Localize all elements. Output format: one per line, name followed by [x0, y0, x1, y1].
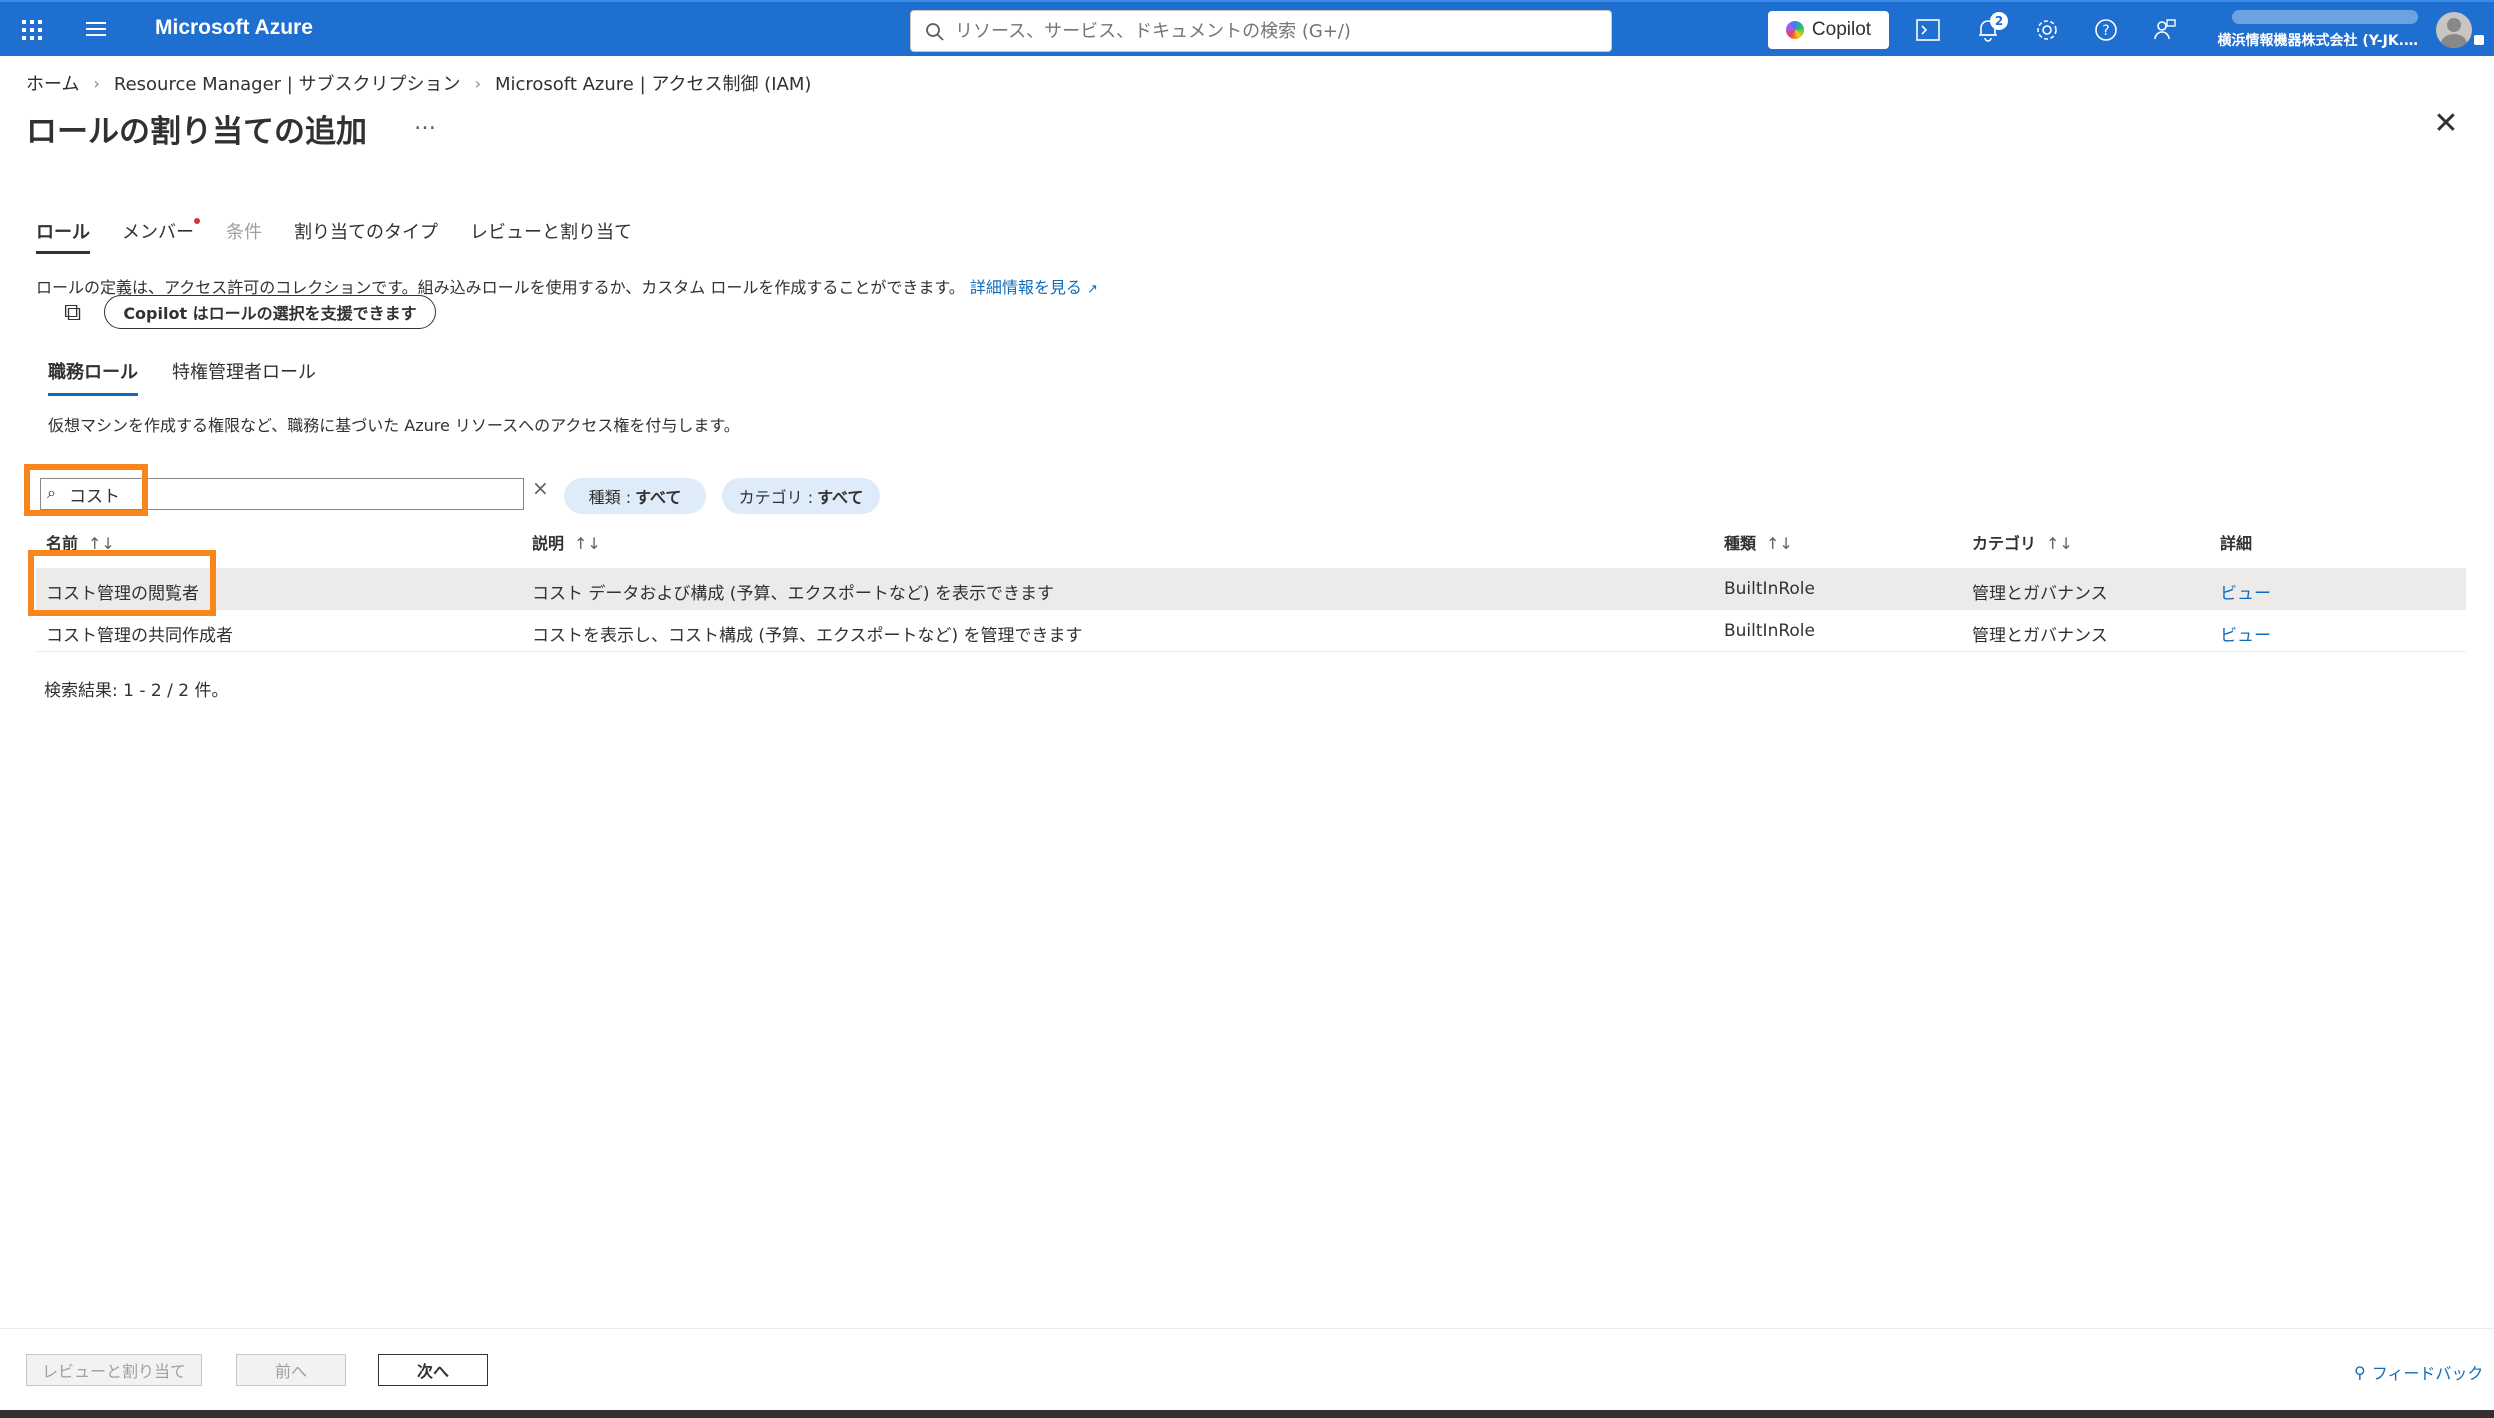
- clear-search-icon[interactable]: ×: [532, 476, 549, 500]
- chevron-right-icon: ›: [93, 73, 100, 93]
- external-link-icon: ↗: [1086, 282, 1098, 297]
- category-filter-label: カテゴリ :: [738, 488, 814, 507]
- column-header-details: 詳細: [2220, 534, 2253, 553]
- global-search[interactable]: [910, 10, 1612, 52]
- sort-icon: ↑↓: [2046, 534, 2073, 553]
- search-result-count: 検索結果: 1 - 2 / 2 件。: [44, 681, 229, 701]
- copilot-sparkle-icon: ⧉: [64, 298, 82, 326]
- subtab-description: 仮想マシンを作成する権限など、職務に基づいた Azure リソースへのアクセス権…: [48, 416, 740, 435]
- role-search-field[interactable]: ⌕: [40, 478, 524, 510]
- breadcrumb: ホーム › Resource Manager | サブスクリプション › Mic…: [26, 70, 811, 96]
- sort-icon: ↑↓: [1766, 534, 1793, 553]
- review-assign-button: レビューと割り当て: [26, 1354, 202, 1386]
- account-email-redacted: [2232, 10, 2418, 24]
- role-description-cell: コストを表示し、コスト構成 (予算、エクスポートなど) を管理できます: [532, 626, 1083, 646]
- app-launcher-icon[interactable]: [22, 20, 42, 40]
- sort-icon: ↑↓: [574, 534, 601, 553]
- column-header-description[interactable]: 説明 ↑↓: [532, 530, 601, 554]
- account-menu[interactable]: 横浜情報機器株式会社 (Y-JK.…: [2202, 10, 2418, 50]
- help-icon[interactable]: ?: [2092, 16, 2120, 44]
- required-dot-icon: [194, 218, 200, 224]
- tenant-name: 横浜情報機器株式会社 (Y-JK.…: [2217, 33, 2418, 49]
- tab-conditions: 条件: [226, 222, 262, 243]
- notifications-icon[interactable]: 2: [1974, 12, 2008, 44]
- copilot-label: Copilot: [1811, 19, 1872, 40]
- feedback-icon: ⚲: [2354, 1362, 2366, 1382]
- settings-gear-icon[interactable]: [2033, 16, 2061, 44]
- role-type: BuiltInRole: [1724, 579, 1815, 599]
- table-row[interactable]: コスト管理の共同作成者 コストを表示し、コスト構成 (予算、エクスポートなど) …: [36, 610, 2466, 652]
- role-category-tabs: 職務ロール 特権管理者ロール: [48, 358, 316, 396]
- tab-assignment-type[interactable]: 割り当てのタイプ: [294, 218, 438, 254]
- top-bar: Microsoft Azure Copilot 2 ? 横浜情報機器株式会社 (…: [0, 0, 2494, 56]
- tab-members[interactable]: メンバー: [122, 218, 200, 254]
- next-button[interactable]: 次へ: [378, 1354, 488, 1386]
- role-description-cell: コスト データおよび構成 (予算、エクスポートなど) を表示できます: [532, 584, 1054, 604]
- copilot-role-help-button[interactable]: Copilot はロールの選択を支援できます: [104, 295, 436, 329]
- page-title: ロールの割り当ての追加: [26, 114, 367, 150]
- role-category: 管理とガバナンス: [1972, 626, 2108, 646]
- more-options-icon[interactable]: …: [414, 110, 438, 135]
- role-type: BuiltInRole: [1724, 621, 1815, 641]
- category-filter-value: すべて: [817, 488, 864, 507]
- sort-icon: ↑↓: [88, 534, 115, 553]
- column-header-name[interactable]: 名前 ↑↓: [46, 530, 115, 554]
- breadcrumb-home[interactable]: ホーム: [26, 70, 79, 96]
- role-name: コスト管理の閲覧者: [46, 584, 199, 604]
- copilot-icon: [1785, 21, 1804, 39]
- breadcrumb-subscriptions[interactable]: Resource Manager | サブスクリプション: [114, 70, 461, 96]
- chevron-right-icon: ›: [474, 73, 481, 93]
- type-filter-pill[interactable]: 種類 : すべて: [564, 478, 706, 514]
- tab-role[interactable]: ロール: [36, 218, 90, 254]
- learn-more-link[interactable]: 詳細情報を見る: [970, 278, 1082, 297]
- tab-privileged-admin-roles[interactable]: 特権管理者ロール: [172, 358, 316, 396]
- category-filter-pill[interactable]: カテゴリ : すべて: [722, 478, 880, 514]
- svg-text:?: ?: [2102, 23, 2109, 39]
- role-category: 管理とガバナンス: [1972, 584, 2108, 604]
- menu-icon[interactable]: [86, 22, 106, 36]
- lock-icon: [2474, 35, 2484, 45]
- feedback-person-icon[interactable]: [2151, 16, 2179, 44]
- view-details-link[interactable]: ビュー: [2220, 626, 2271, 646]
- type-filter-value: すべて: [635, 488, 682, 507]
- previous-button: 前へ: [236, 1354, 346, 1386]
- taskbar-edge: [0, 1410, 2494, 1418]
- tab-members-label: メンバー: [122, 222, 194, 243]
- role-search-input[interactable]: [69, 482, 509, 506]
- feedback-link[interactable]: ⚲ フィードバック: [2354, 1360, 2483, 1384]
- notification-badge: 2: [1990, 12, 2008, 30]
- wizard-tabs: ロール メンバー 条件 割り当てのタイプ レビューと割り当て: [36, 218, 632, 254]
- table-row[interactable]: コスト管理の閲覧者 コスト データおよび構成 (予算、エクスポートなど) を表示…: [36, 568, 2466, 610]
- search-icon: [926, 23, 944, 41]
- tab-review-assign[interactable]: レビューと割り当て: [470, 218, 632, 254]
- copilot-button[interactable]: Copilot: [1768, 11, 1889, 49]
- search-input[interactable]: [955, 18, 1595, 44]
- brand-logo[interactable]: Microsoft Azure: [155, 16, 313, 40]
- avatar[interactable]: [2436, 12, 2472, 48]
- role-name: コスト管理の共同作成者: [46, 626, 233, 646]
- cloud-shell-icon[interactable]: [1914, 16, 1942, 44]
- search-icon: ⌕: [47, 483, 56, 502]
- breadcrumb-iam[interactable]: Microsoft Azure | アクセス制御 (IAM): [495, 70, 811, 96]
- feedback-label: フィードバック: [2371, 1364, 2484, 1383]
- close-icon[interactable]: ✕: [2432, 109, 2460, 139]
- tab-job-function-roles[interactable]: 職務ロール: [48, 358, 138, 396]
- view-details-link[interactable]: ビュー: [2220, 584, 2271, 604]
- wizard-footer: [0, 1328, 2494, 1410]
- type-filter-label: 種類 :: [588, 488, 632, 507]
- column-header-type[interactable]: 種類 ↑↓: [1724, 530, 1793, 554]
- column-header-category[interactable]: カテゴリ ↑↓: [1972, 530, 2073, 554]
